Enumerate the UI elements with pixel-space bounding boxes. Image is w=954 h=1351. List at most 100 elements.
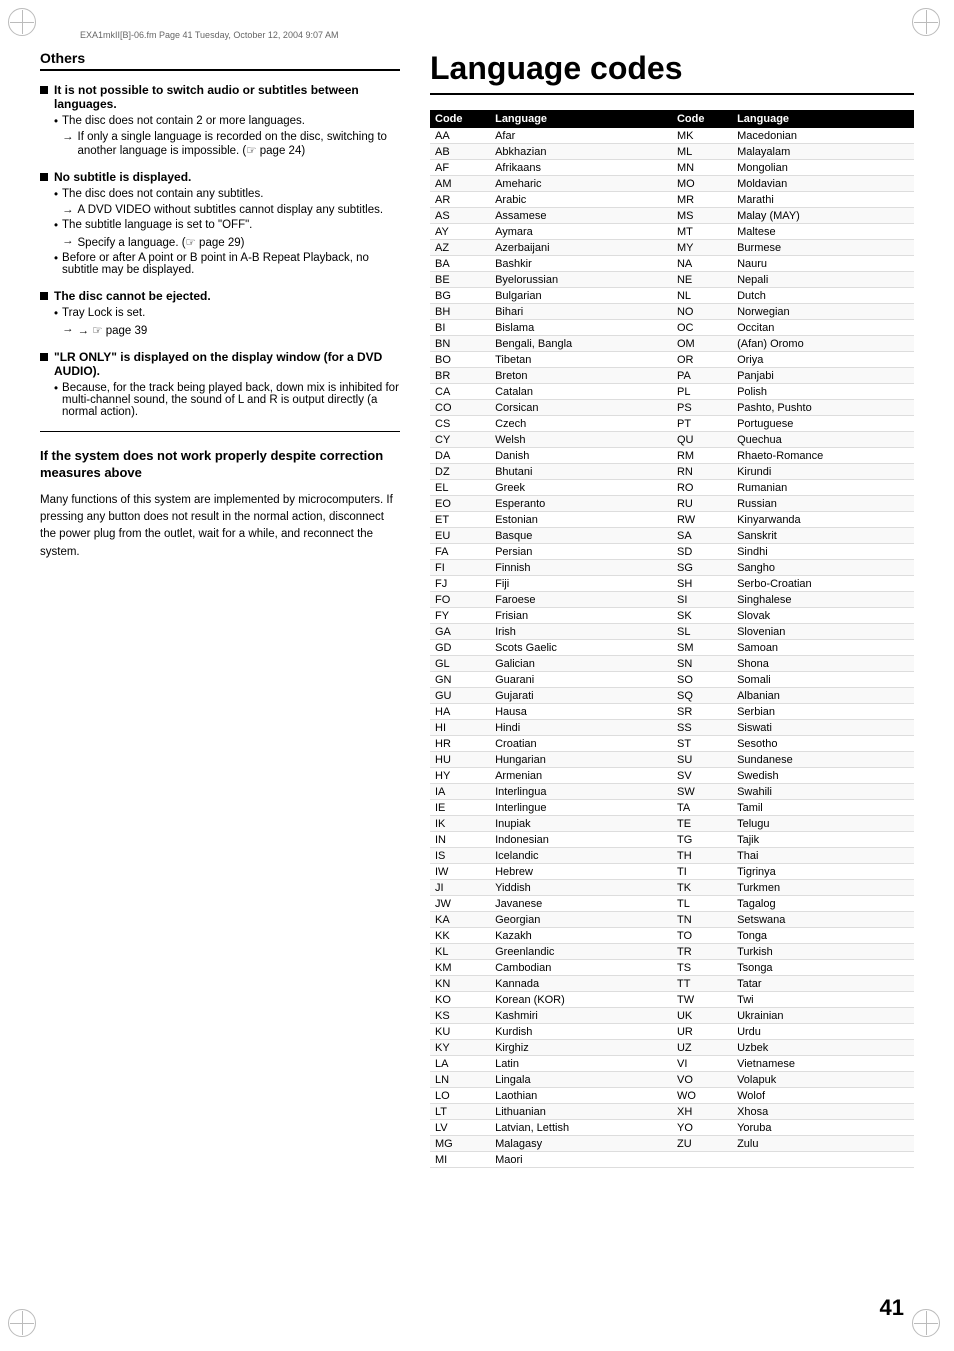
code-cell-right: TA bbox=[672, 800, 732, 816]
lang-cell-right: Rumanian bbox=[732, 480, 914, 496]
code-cell-right: RW bbox=[672, 512, 732, 528]
code-cell-left: BR bbox=[430, 368, 490, 384]
lang-cell-left: Danish bbox=[490, 448, 672, 464]
language-table: Code Language Code Language AA Afar MK M… bbox=[430, 110, 914, 1168]
col-header-lang2: Language bbox=[732, 110, 914, 128]
lang-cell-right: Samoan bbox=[732, 640, 914, 656]
code-cell-right: NL bbox=[672, 288, 732, 304]
code-cell-left: CO bbox=[430, 400, 490, 416]
table-row: KK Kazakh TO Tonga bbox=[430, 928, 914, 944]
code-cell-right: RU bbox=[672, 496, 732, 512]
code-cell-left: BI bbox=[430, 320, 490, 336]
code-cell-left: AR bbox=[430, 192, 490, 208]
sub-bullets-2: • The disc does not contain any subtitle… bbox=[54, 188, 400, 276]
code-cell-right: SK bbox=[672, 608, 732, 624]
bullet-title-4: "LR ONLY" is displayed on the display wi… bbox=[54, 350, 400, 378]
code-cell-left: MG bbox=[430, 1136, 490, 1152]
lang-cell-right: Swedish bbox=[732, 768, 914, 784]
lang-cell-right: Sundanese bbox=[732, 752, 914, 768]
lang-cell-left: Bashkir bbox=[490, 256, 672, 272]
code-cell-left: IW bbox=[430, 864, 490, 880]
lang-cell-right: Tatar bbox=[732, 976, 914, 992]
lang-cell-left: Hindi bbox=[490, 720, 672, 736]
bullet-square-1 bbox=[40, 86, 48, 94]
code-cell-right: TK bbox=[672, 880, 732, 896]
code-cell-left: DA bbox=[430, 448, 490, 464]
lang-cell-right: Turkish bbox=[732, 944, 914, 960]
bullet-title-2: No subtitle is displayed. bbox=[54, 170, 400, 184]
lang-cell-right: Tonga bbox=[732, 928, 914, 944]
code-cell-right: MN bbox=[672, 160, 732, 176]
arrow-icon-2-1: → bbox=[62, 204, 74, 216]
table-row: CY Welsh QU Quechua bbox=[430, 432, 914, 448]
code-cell-right: SD bbox=[672, 544, 732, 560]
table-row: AM Ameharic MO Moldavian bbox=[430, 176, 914, 192]
table-row: CO Corsican PS Pashto, Pushto bbox=[430, 400, 914, 416]
sub-bullet-4-1: • Because, for the track being played ba… bbox=[54, 382, 400, 418]
lang-cell-right: Moldavian bbox=[732, 176, 914, 192]
code-cell-left: HI bbox=[430, 720, 490, 736]
code-cell-left: IN bbox=[430, 832, 490, 848]
table-row: FJ Fiji SH Serbo-Croatian bbox=[430, 576, 914, 592]
lang-cell-right: Siswati bbox=[732, 720, 914, 736]
code-cell-right: RO bbox=[672, 480, 732, 496]
table-row: AR Arabic MR Marathi bbox=[430, 192, 914, 208]
corner-mark-tl bbox=[10, 10, 40, 40]
lang-cell-right: Thai bbox=[732, 848, 914, 864]
lang-cell-right: Sangho bbox=[732, 560, 914, 576]
code-cell-left: FA bbox=[430, 544, 490, 560]
body-text: Many functions of this system are implem… bbox=[40, 492, 400, 561]
table-row: KY Kirghiz UZ Uzbek bbox=[430, 1040, 914, 1056]
lang-cell-left: Afar bbox=[490, 128, 672, 144]
sub-bullet-2-2: • The subtitle language is set to "OFF". bbox=[54, 219, 400, 232]
code-cell-right: TN bbox=[672, 912, 732, 928]
lang-cell-right: Malayalam bbox=[732, 144, 914, 160]
table-row: HU Hungarian SU Sundanese bbox=[430, 752, 914, 768]
lang-cell-right: Nauru bbox=[732, 256, 914, 272]
code-cell-left: JI bbox=[430, 880, 490, 896]
table-row: IW Hebrew TI Tigrinya bbox=[430, 864, 914, 880]
table-row: LN Lingala VO Volapuk bbox=[430, 1072, 914, 1088]
code-cell-left: LN bbox=[430, 1072, 490, 1088]
lang-cell-right: Twi bbox=[732, 992, 914, 1008]
table-row: FO Faroese SI Singhalese bbox=[430, 592, 914, 608]
arrow-item-1-1: → If only a single language is recorded … bbox=[62, 131, 400, 157]
table-row: FY Frisian SK Slovak bbox=[430, 608, 914, 624]
file-header: EXA1mkII[B]-06.fm Page 41 Tuesday, Octob… bbox=[80, 30, 914, 40]
lang-cell-left: Armenian bbox=[490, 768, 672, 784]
bullet-item-2: No subtitle is displayed. • The disc doe… bbox=[40, 170, 400, 279]
table-row: EO Esperanto RU Russian bbox=[430, 496, 914, 512]
code-cell-right: VI bbox=[672, 1056, 732, 1072]
code-cell-left: HY bbox=[430, 768, 490, 784]
lang-cell-left: Persian bbox=[490, 544, 672, 560]
code-cell-left: CY bbox=[430, 432, 490, 448]
bullet-square-3 bbox=[40, 292, 48, 300]
lang-cell-right: Panjabi bbox=[732, 368, 914, 384]
code-cell-left: KY bbox=[430, 1040, 490, 1056]
code-cell-right: TH bbox=[672, 848, 732, 864]
code-cell-right: RN bbox=[672, 464, 732, 480]
code-cell-right: SO bbox=[672, 672, 732, 688]
lang-cell-left: Tibetan bbox=[490, 352, 672, 368]
table-row: FI Finnish SG Sangho bbox=[430, 560, 914, 576]
sub-bullets-1: • The disc does not contain 2 or more la… bbox=[54, 115, 400, 157]
code-cell-right: TE bbox=[672, 816, 732, 832]
table-row: JW Javanese TL Tagalog bbox=[430, 896, 914, 912]
code-cell-right: PS bbox=[672, 400, 732, 416]
code-cell-right: TO bbox=[672, 928, 732, 944]
lang-cell-right: Slovak bbox=[732, 608, 914, 624]
right-column: Language codes Code Language Code Langua… bbox=[420, 50, 914, 1168]
table-row: KS Kashmiri UK Ukrainian bbox=[430, 1008, 914, 1024]
arrow-icon-1-1: → bbox=[62, 131, 74, 157]
lang-cell-left: Estonian bbox=[490, 512, 672, 528]
arrow-item-2-1: → A DVD VIDEO without subtitles cannot d… bbox=[62, 204, 400, 216]
lang-cell-left: Ameharic bbox=[490, 176, 672, 192]
table-row: FA Persian SD Sindhi bbox=[430, 544, 914, 560]
left-column: Others It is not possible to switch audi… bbox=[40, 50, 420, 1168]
sub-dot-4-1: • bbox=[54, 383, 58, 418]
sub-dot-2-1: • bbox=[54, 189, 58, 201]
lang-cell-right: Wolof bbox=[732, 1088, 914, 1104]
code-cell-left: HU bbox=[430, 752, 490, 768]
table-row: IS Icelandic TH Thai bbox=[430, 848, 914, 864]
lang-cell-left: Hungarian bbox=[490, 752, 672, 768]
